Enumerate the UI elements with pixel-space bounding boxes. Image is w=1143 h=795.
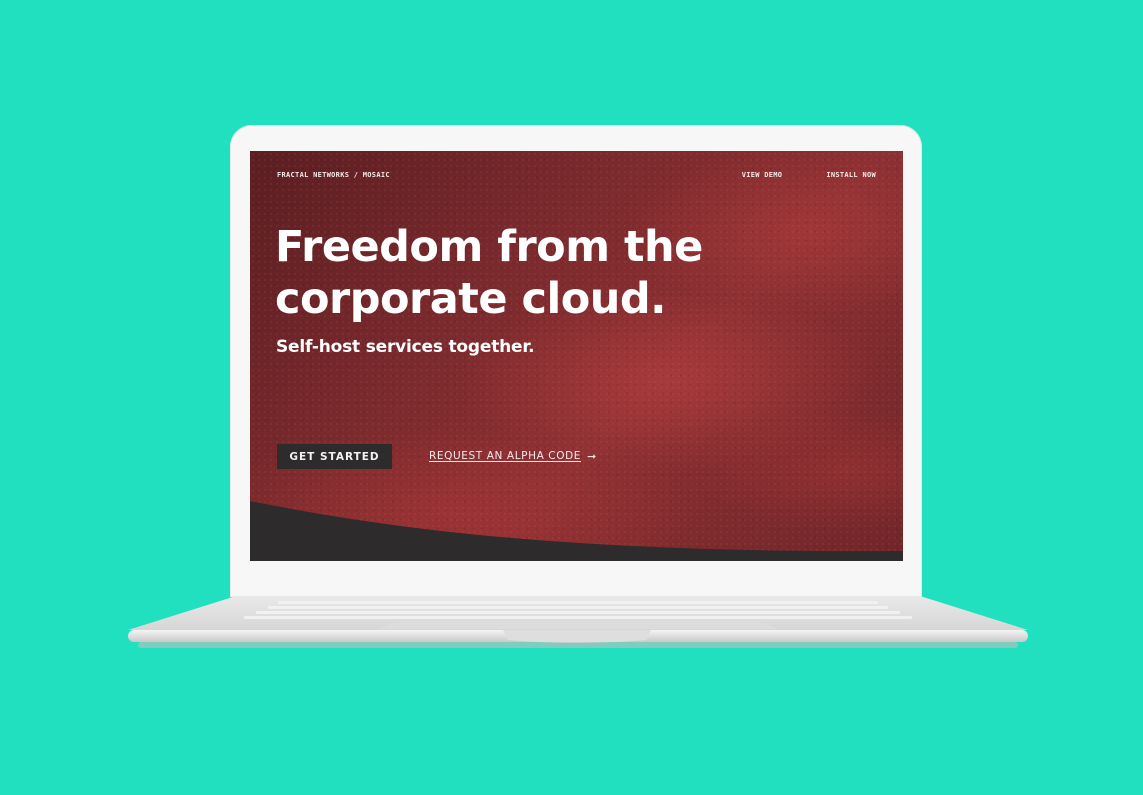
trackpad	[378, 621, 778, 629]
brand-logo-text[interactable]: FRACTAL NETWORKS / MOSAIC	[277, 171, 390, 179]
nav-link-install-now[interactable]: INSTALL NOW	[826, 171, 876, 179]
lid-notch	[503, 630, 651, 643]
request-alpha-code-label: REQUEST AN ALPHA CODE	[429, 450, 582, 462]
laptop-screen: FRACTAL NETWORKS / MOSAIC VIEW DEMO INST…	[250, 151, 903, 561]
laptop-base	[128, 596, 1028, 648]
get-started-button[interactable]: GET STARTED	[277, 444, 392, 469]
hero-subtitle: Self-host services together.	[276, 337, 535, 357]
nav-link-view-demo[interactable]: VIEW DEMO	[742, 171, 783, 179]
top-nav: VIEW DEMO INSTALL NOW	[742, 171, 876, 179]
arrow-right-icon: ➞	[587, 449, 597, 463]
request-alpha-code-link[interactable]: REQUEST AN ALPHA CODE ➞	[429, 450, 597, 462]
hero-title: Freedom from the corporate cloud.	[275, 222, 703, 324]
dark-wave-divider	[250, 501, 903, 561]
